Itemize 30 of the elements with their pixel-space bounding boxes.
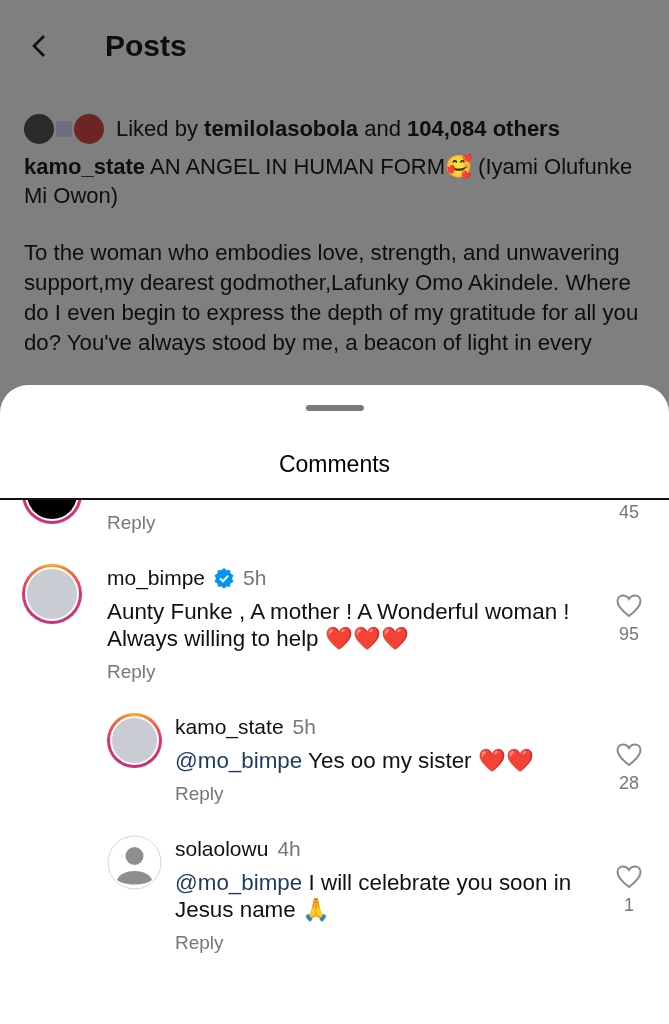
reply-link[interactable]: Reply <box>175 783 224 805</box>
username[interactable]: mo_bimpe <box>107 566 206 590</box>
sheet-title: Comments <box>278 450 391 479</box>
photo-placeholder <box>25 567 79 621</box>
post-caption: kamo_state AN ANGEL IN HUMAN FORM🥰 (Iyami Olufunke Mi Owon) <box>24 152 634 210</box>
comment-time: 4h <box>277 837 301 861</box>
comment-text: Aunty Funke , A mother ! A Wonderful woman ! Always willing to help ❤❤❤ <box>107 598 571 652</box>
like-count: 45 <box>619 502 639 523</box>
reply-link[interactable]: Reply <box>107 661 156 683</box>
post-description: To the woman who embodies love, strength, and unwavering support,my dearest godmother,Lafunky Omo Akindele. Where do I even begin to express the depth of my gratitude for all you do? You've always stood by me, a beacon of light in every <box>24 239 640 357</box>
username[interactable]: kamo_state <box>175 715 284 739</box>
heart-icon[interactable] <box>616 594 642 618</box>
like-count: 95 <box>619 624 639 645</box>
reply-link[interactable]: Reply <box>175 932 224 954</box>
like-count: 28 <box>619 773 639 794</box>
heart-icon[interactable] <box>616 743 642 767</box>
back-icon[interactable] <box>30 33 48 59</box>
username[interactable]: solaolowu <box>175 837 269 861</box>
comment-text: @mo_bimpe I will celebrate you soon in Jesus name 🙏 <box>175 869 573 923</box>
like-count: 1 <box>624 895 634 916</box>
comment-time: 5h <box>243 566 267 590</box>
heart-icon[interactable] <box>616 865 642 889</box>
comment-time: 5h <box>292 715 316 739</box>
drag-handle[interactable] <box>305 405 364 411</box>
reply-link[interactable]: Reply <box>107 512 156 534</box>
page-title: Posts <box>105 29 187 63</box>
likes-text[interactable]: Liked by temilolasobola and 104,084 others <box>116 116 560 142</box>
comment-text: @mo_bimpe Yes oo my sister ❤❤ <box>175 747 535 774</box>
default-avatar-icon[interactable] <box>107 835 162 890</box>
photo-placeholder <box>110 716 159 765</box>
